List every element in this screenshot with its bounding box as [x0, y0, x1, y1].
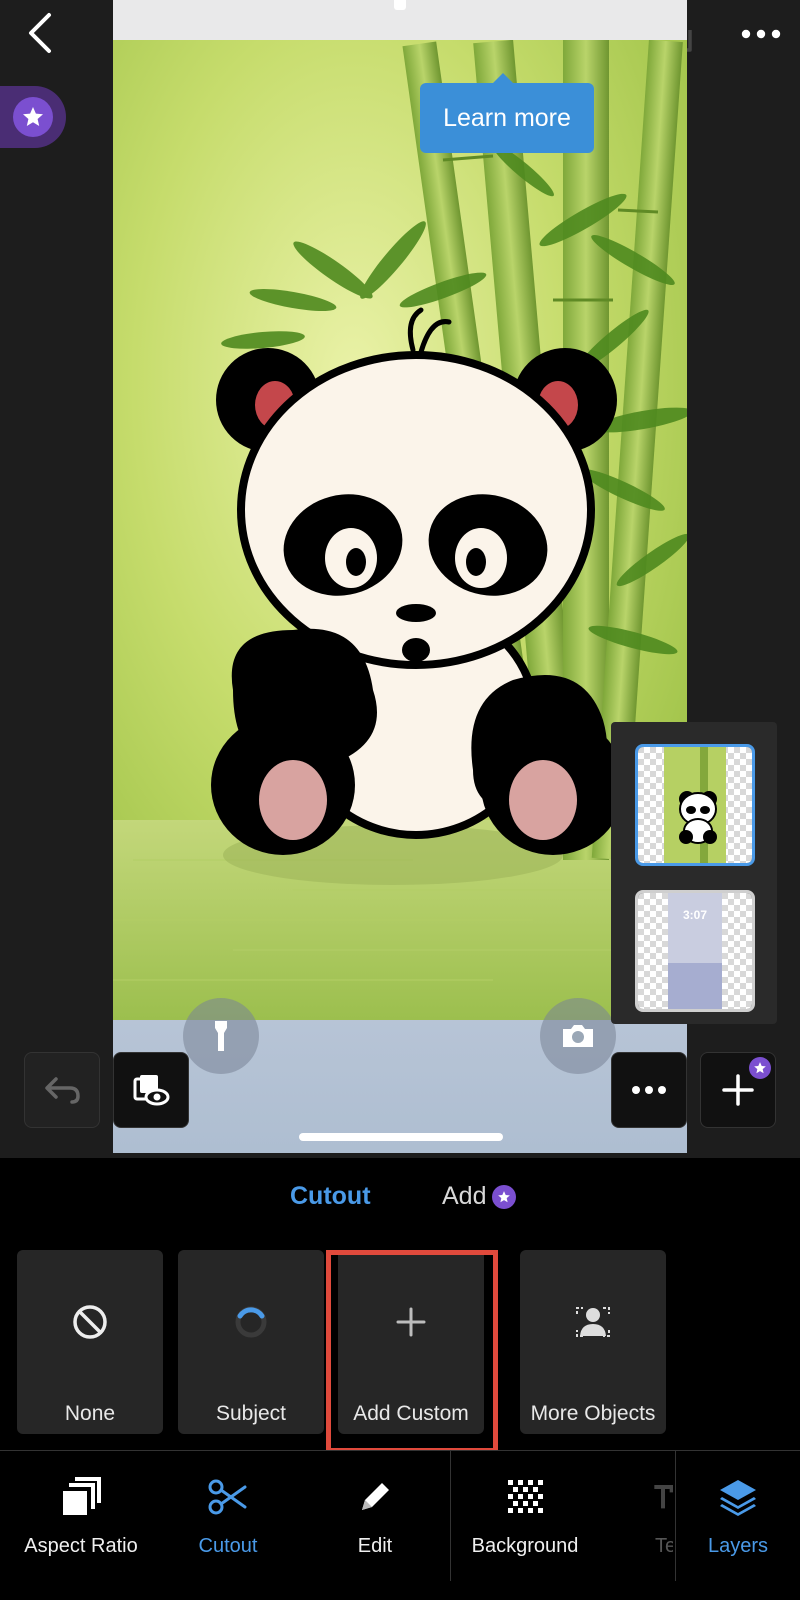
tool-label: Layers	[707, 1535, 769, 1557]
bottom-toolbar: Aspect Ratio Cutout Edit Background Te L…	[0, 1450, 800, 1600]
plus-icon	[722, 1074, 754, 1106]
tool-cutout[interactable]: Cutout	[168, 1451, 288, 1581]
chevron-left-icon	[29, 13, 51, 53]
highlight-box	[326, 1250, 498, 1453]
toolbar-divider	[450, 1451, 451, 1581]
layer-thumb-panda[interactable]	[635, 744, 755, 866]
tool-label: Background	[471, 1535, 579, 1557]
tool-text[interactable]: Te	[625, 1451, 673, 1581]
add-layer-button[interactable]	[700, 1052, 776, 1128]
layer-more-button[interactable]	[611, 1052, 687, 1128]
tool-label: Cutout	[198, 1535, 258, 1557]
premium-star-icon	[492, 1185, 517, 1210]
loading-spinner-icon	[178, 1302, 324, 1342]
text-icon	[625, 1475, 673, 1519]
flashlight-icon	[215, 1021, 227, 1051]
tile-label: More Objects	[530, 1402, 656, 1425]
undo-button[interactable]	[24, 1052, 100, 1128]
layers-panel: 3:07	[611, 722, 777, 1024]
more-options-button[interactable]	[738, 14, 784, 54]
cutout-option-more-objects[interactable]: More Objects	[520, 1250, 666, 1434]
panda-artwork	[113, 40, 687, 1020]
scissors-icon	[168, 1475, 288, 1519]
prohibited-icon	[17, 1302, 163, 1342]
cutout-option-subject[interactable]: Subject	[178, 1250, 324, 1434]
tab-cutout[interactable]: Cutout	[290, 1182, 371, 1211]
eye-preview-icon	[133, 1075, 170, 1106]
tool-layers[interactable]: Layers	[676, 1451, 800, 1581]
home-indicator	[299, 1133, 503, 1141]
premium-star-icon	[749, 1057, 771, 1079]
lockscreen-time: 3:07	[683, 908, 707, 922]
tool-background[interactable]: Background	[460, 1451, 590, 1581]
photo-canvas[interactable]	[113, 40, 687, 1153]
preview-button[interactable]	[113, 1052, 189, 1128]
premium-button[interactable]	[0, 86, 66, 148]
flashlight-button[interactable]	[183, 998, 259, 1074]
camera-button[interactable]	[540, 998, 616, 1074]
tool-label: Edit	[357, 1535, 393, 1557]
tile-label: Subject	[215, 1402, 287, 1425]
cutout-option-none[interactable]: None	[17, 1250, 163, 1434]
learn-more-tooltip[interactable]: Learn more	[420, 73, 594, 153]
panel-tabs: Cutout Add	[0, 1158, 800, 1238]
background-pattern-icon	[460, 1475, 590, 1519]
tool-aspect-ratio[interactable]: Aspect Ratio	[10, 1451, 152, 1581]
tab-add[interactable]: Add	[442, 1182, 517, 1211]
pencil-icon	[315, 1475, 435, 1519]
canvas-top-strip	[113, 0, 687, 40]
tool-label: Te	[655, 1535, 673, 1557]
ellipsis-icon	[741, 29, 781, 39]
person-select-icon	[520, 1302, 666, 1342]
aspect-ratio-icon	[10, 1475, 152, 1519]
tool-label: Aspect Ratio	[24, 1535, 138, 1557]
layers-icon	[676, 1475, 800, 1519]
star-icon	[13, 97, 53, 137]
camera-icon	[563, 1025, 593, 1047]
tooltip-text: Learn more	[443, 103, 571, 132]
back-button[interactable]	[18, 8, 62, 58]
tile-label: None	[64, 1402, 116, 1425]
layer-thumb-lockscreen[interactable]: 3:07	[635, 890, 755, 1012]
tab-add-label: Add	[442, 1182, 487, 1210]
ellipsis-icon	[632, 1086, 666, 1094]
undo-icon	[45, 1077, 80, 1104]
tool-edit[interactable]: Edit	[315, 1451, 435, 1581]
